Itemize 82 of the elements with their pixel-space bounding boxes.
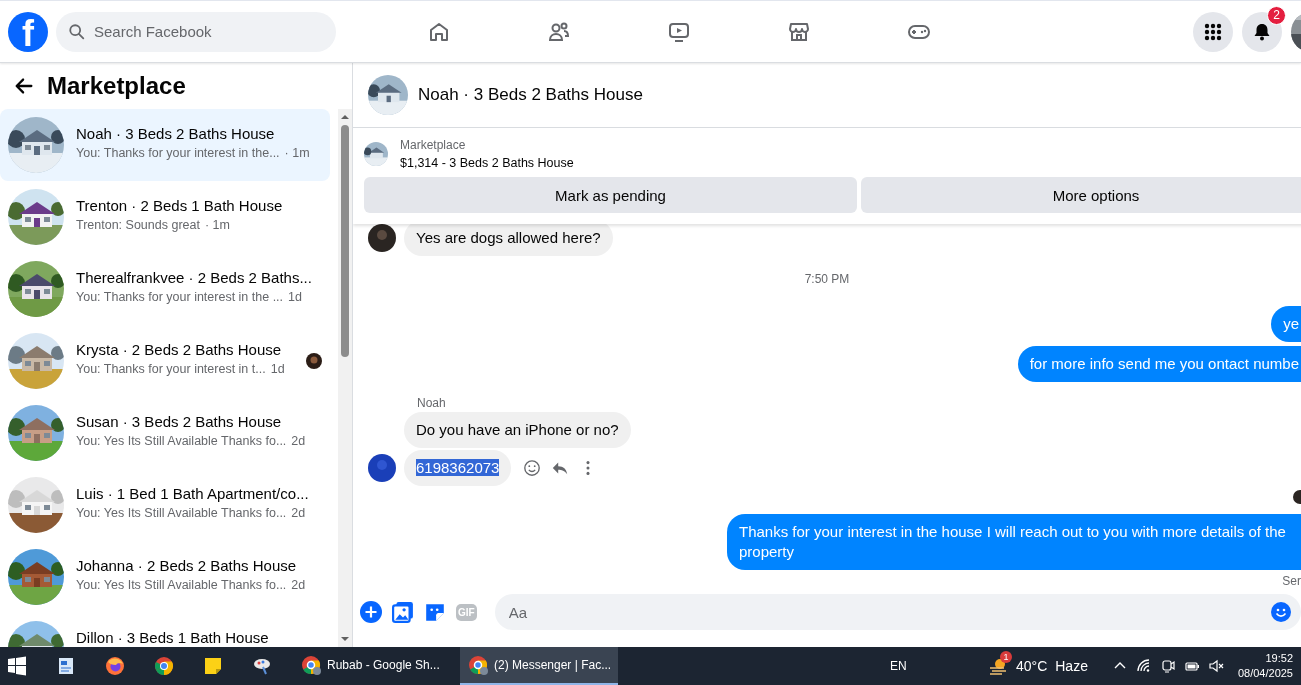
document-app-icon[interactable] [56,656,76,676]
plus-icon[interactable] [360,601,382,623]
message-preview: You: Yes Its Still Available Thanks fo... [76,506,287,520]
conversation-title: Dillon · 3 Beds 1 Bath House [76,629,270,646]
message-bubble: 6198362073 [404,450,512,486]
grid-icon [1203,21,1223,42]
language-indicator[interactable]: EN [890,659,907,673]
muted-speaker-icon[interactable] [1207,658,1224,674]
haze-weather-icon[interactable] [987,656,1008,676]
taskbar-window-button[interactable]: (2) Messenger | Fac... [460,647,618,685]
conversation-title: Trenton · 2 Beds 1 Bath House [76,197,284,214]
message-preview: Trenton: Sounds great [76,218,200,232]
chrome-icon [301,655,321,675]
scrollbar-thumb[interactable] [341,125,349,357]
listing-source: Marketplace [400,138,467,152]
sidebar-title: Marketplace [47,72,186,100]
conversation-title: Therealfrankvee · 2 Beds 2 Baths... [76,269,313,286]
listing-title[interactable]: $1,314 - 3 Beds 2 Baths House [400,156,574,170]
message-bubble: for more info send me you ontact numbe [1017,346,1301,382]
listing-action-button[interactable]: More options [861,177,1301,213]
search-icon [68,22,86,41]
clock-date[interactable]: 08/04/2025 [1237,666,1293,681]
message-preview: You: Yes Its Still Available Thanks fo... [76,578,287,592]
conversation-item[interactable]: Susan · 3 Beds 2 Baths House You: Yes Its Still Available Thanks fo... 2d [0,397,330,469]
camera-icon[interactable] [1159,658,1176,674]
message-time: · 1m [204,218,230,232]
scroll-up-icon[interactable] [340,112,350,122]
conversation-title: Luis · 1 Bed 1 Bath Apartment/co... [76,485,310,502]
message-time: · 1m [284,146,310,160]
message-bubble: ye [1271,306,1301,342]
conversation-title: Noah · 3 Beds 2 Baths House [76,125,276,142]
conversation-title: Susan · 3 Beds 2 Baths House [76,413,283,430]
notifications-button[interactable] [1242,11,1282,52]
chat-title: Noah · 3 Beds 2 Baths House [418,85,643,105]
weather-condition: Haze [1055,658,1088,674]
notification-count: 2 [1267,5,1286,25]
message-time: 1d [270,362,285,376]
taskbar-window-button[interactable]: Rubab - Google Sh... [293,647,451,685]
back-arrow-icon[interactable] [13,75,35,97]
weather-badge: 1 [999,651,1012,663]
message-timestamp: 7:50 PM [804,272,850,286]
chrome-icon [468,655,488,675]
conversation-item[interactable]: Krysta · 2 Beds 2 Baths House You: Thanks for your interest in t... 1d [0,325,330,397]
message-time: 2d [291,434,306,448]
emoji-icon[interactable] [523,459,542,477]
facebook-logo[interactable]: f [8,11,48,52]
message-time: 2d [291,578,306,592]
listing-action-button[interactable]: Mark as pending [364,177,857,213]
temperature: 40°C [1015,658,1048,674]
message-bubble: Thanks for your interest in the house I will reach out to you with more details of the property [727,514,1301,570]
message-preview: You: Thanks for your interest in the... [76,146,280,160]
message-time: 1d [288,290,302,304]
sticker-icon[interactable] [424,601,446,623]
scrollbar[interactable] [338,109,352,647]
bell-icon [1252,21,1272,42]
firefox-icon[interactable] [105,656,125,676]
windows-start-icon[interactable] [7,656,27,676]
sender-name: Noah [417,396,446,410]
conversation-item[interactable]: Luis · 1 Bed 1 Bath Apartment/co... You: Yes Its Still Available Thanks fo... 2d [0,469,330,541]
scroll-down-icon[interactable] [340,634,350,644]
message-preview: You: Yes Its Still Available Thanks fo... [76,434,287,448]
image-icon[interactable] [392,601,414,623]
conversation-title: Krysta · 2 Beds 2 Baths House [76,341,283,358]
message-preview: You: Thanks for your interest in t... [76,362,266,376]
wifi-icon[interactable] [1135,658,1152,674]
chrome-icon[interactable] [154,656,174,676]
conversation-item[interactable]: Johanna · 2 Beds 2 Baths House You: Yes Its Still Available Thanks fo... 2d [0,541,330,613]
search-field[interactable]: Search Facebook [56,11,336,52]
conversation-title: Johanna · 2 Beds 2 Baths House [76,557,298,574]
message-status: Ser [1282,574,1301,588]
message-preview: You: Thanks for your interest in the ... [76,290,284,304]
paint-app-icon[interactable] [252,656,272,676]
conversation-item[interactable]: Therealfrankvee · 2 Beds 2 Baths... You: Thanks for your interest in the ... 1d [0,253,330,325]
emoji-icon[interactable] [1271,602,1291,622]
sticky-note-icon[interactable] [203,656,223,676]
search-input[interactable]: Search Facebook [92,10,316,53]
conversation-item[interactable]: Trenton · 2 Beds 1 Bath House Trenton: Sounds great · 1m [0,181,330,253]
message-time: 2d [291,506,306,520]
message-bubble: Do you have an iPhone or no? [404,412,631,448]
clock-time[interactable]: 19:52 [1265,651,1293,666]
menu-button[interactable] [1193,11,1233,52]
conversation-item[interactable]: Noah · 3 Beds 2 Baths House You: Thanks for your interest in the... · 1m [0,109,330,181]
